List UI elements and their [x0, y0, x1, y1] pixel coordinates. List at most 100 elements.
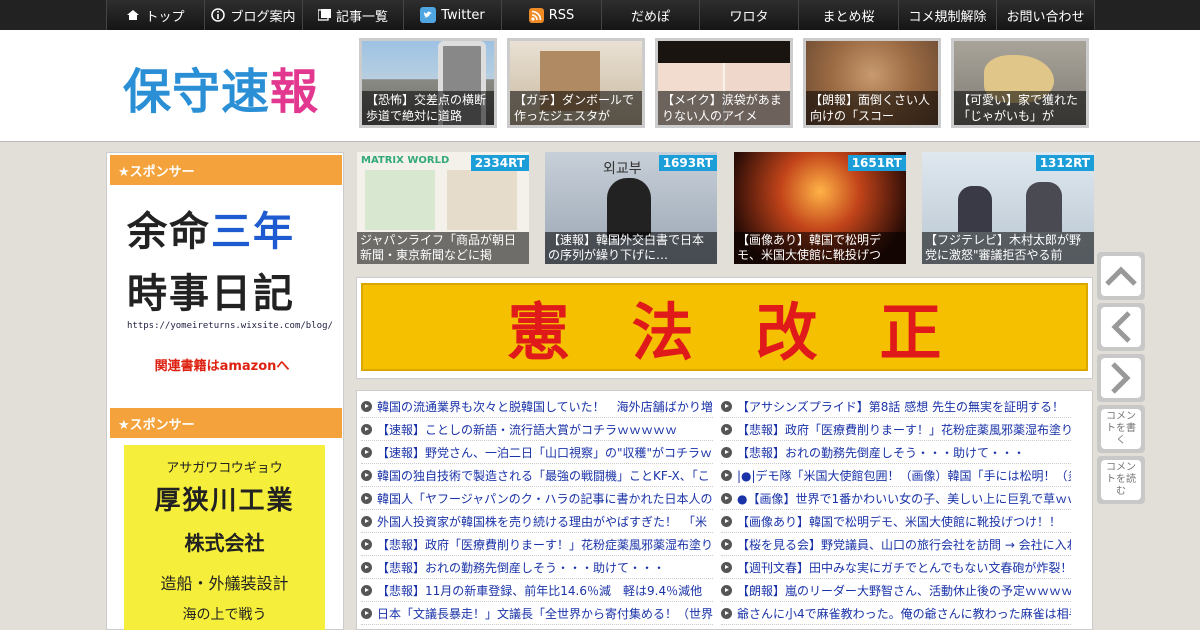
top-nav: トップ ブログ案内 記事一覧 Twitter RSS だめぽ ワロタ まとめ桜 … [0, 0, 1200, 30]
list-item[interactable]: 韓国の独自技術で製造される「最強の戦闘機」ことKF-X、「こ [361, 464, 713, 487]
bullet-arrow-icon [721, 469, 732, 481]
sponsor-heading-1: ★スポンサー [110, 155, 342, 185]
list-item-title[interactable]: 【週刊文春】田中みな実にガチでとんでもない文春砲が炸裂！ [737, 559, 1071, 576]
rt-badge-1: 2334RT [470, 155, 529, 171]
ad1-amazon-link[interactable]: 関連書籍はamazonへ [127, 355, 317, 374]
nav-damebo[interactable]: だめぽ [601, 0, 699, 30]
nav-articles[interactable]: 記事一覧 [302, 0, 403, 30]
list-item[interactable]: 韓国人「ヤフージャパンのク・ハラの記事に書かれた日本人の [361, 487, 713, 510]
list-item[interactable]: 外国人投資家が韓国株を売り続ける理由がやばすぎた！ 「米 [361, 510, 713, 533]
prev-article-button[interactable] [1097, 303, 1145, 351]
list-item-title[interactable]: 【悲報】おれの勤務先倒産しそう・・・助けて・・・ [377, 559, 665, 576]
list-item-title[interactable]: 【画像あり】韓国で松明デモ、米国大使館に靴投げつけ！！ [737, 513, 1061, 530]
rt-thumb-1[interactable]: MATRIX WORLD 2334RT ジャパンライフ「商品が朝日新聞・東京新聞… [357, 152, 529, 264]
list-item[interactable]: 【速報】野党さん、一泊二日「山口視察」の"収穫"がコチラｗ [361, 441, 713, 464]
nav-comment-rule[interactable]: コメ規制解除 [898, 0, 996, 30]
list-item-title[interactable]: 【桜を見る会】野党議員、山口の旅行会社を訪問 → 会社に入れ [737, 536, 1071, 553]
list-item-title[interactable]: 【アサシンズプライド】第8話 感想 先生の無実を証明する！ [737, 398, 1064, 415]
header-thumb-2[interactable]: 【ガチ】ダンボールで作ったジェスタが [507, 38, 645, 128]
header-thumb-1[interactable]: 【恐怖】交差点の横断歩道で絶対に道路 [359, 38, 497, 128]
bullet-arrow-icon [721, 492, 732, 504]
list-item-title[interactable]: 韓国人「ヤフージャパンのク・ハラの記事に書かれた日本人の [377, 490, 713, 507]
bullet-arrow-icon [361, 492, 372, 504]
nav-twitter[interactable]: Twitter [403, 0, 501, 30]
list-item[interactable]: 【速報】ことしの新語・流行語大賞がコチラｗｗｗｗｗ [361, 418, 713, 441]
rt-thumb-2[interactable]: 외교부 1693RT 【速報】韓国外交白書で日本の序列が繰り下げに… [545, 152, 717, 264]
logo-char-2: 守 [172, 64, 222, 120]
list-item[interactable]: 日本「文議長暴走！」文議長「全世界から寄付集める！（世界 [361, 602, 713, 625]
list-item-title[interactable]: 【速報】野党さん、一泊二日「山口視察」の"収穫"がコチラｗ [377, 444, 712, 461]
article-lists: 韓国の流通業界も次々と脱韓国していた！ 海外店舗ばかり増 【速報】ことしの新語・流… [356, 390, 1093, 630]
sponsor-heading-2: ★スポンサー [110, 408, 342, 438]
next-article-button[interactable] [1097, 354, 1145, 402]
list-item[interactable]: 【悲報】11月の新車登録、前年比14.6％減 軽は9.4％減他 [361, 579, 713, 602]
header-thumb-3[interactable]: 【メイク】涙袋があまりない人のアイメ [655, 38, 793, 128]
rt-thumb-1-caption: ジャパンライフ「商品が朝日新聞・東京新聞などに掲 [357, 232, 529, 264]
nav-comment-rule-label: コメ規制解除 [908, 9, 987, 25]
nav-warota[interactable]: ワロタ [699, 0, 798, 30]
list-item-title[interactable]: 【速報】ことしの新語・流行語大賞がコチラｗｗｗｗｗ [377, 421, 677, 438]
bullet-arrow-icon [721, 515, 732, 527]
nav-top[interactable]: トップ [106, 0, 204, 30]
list-item-title[interactable]: 韓国の独自技術で製造される「最強の戦闘機」ことKF-X、「こ [377, 467, 710, 484]
sponsor-ad-asagawa[interactable]: アサガワコウギョウ 厚狭川工業 株式会社 造船・外艤装設計 海の上で戦う [124, 445, 325, 630]
list-icon [317, 9, 331, 21]
list-item[interactable]: 【朗報】嵐のリーダー大野智さん、活動休止後の予定ｗｗｗｗ [721, 579, 1071, 602]
comment-read-label: コメントを読む [1101, 460, 1141, 500]
list-item[interactable]: |●|デモ隊「米国大使館包囲！（画像）韓国「手には松明！（炎 [721, 464, 1071, 487]
list-item-title[interactable]: 日本「文議長暴走！」文議長「全世界から寄付集める！（世界 [377, 605, 713, 622]
header-thumb-5[interactable]: 【可愛い】家で獲れた「じゃがいも」が [951, 38, 1089, 128]
list-item[interactable]: 【悲報】政府「医療費削りまーす！」花粉症薬風邪薬湿布塗り [361, 533, 713, 556]
ad1-line2: 時事日記 [127, 271, 295, 317]
bullet-arrow-icon [721, 607, 732, 619]
list-item[interactable]: 韓国の流通業界も次々と脱韓国していた！ 海外店舗ばかり増 [361, 395, 713, 418]
nav-rss[interactable]: RSS [501, 0, 601, 30]
sidebar: ★スポンサー 余命三年 時事日記 https://yomeireturns.wi… [106, 152, 344, 630]
comment-read-button[interactable]: コメントを読む [1097, 456, 1145, 504]
list-item[interactable]: 【桜を見る会】野党議員、山口の旅行会社を訪問 → 会社に入れ [721, 533, 1071, 556]
list-item-title[interactable]: 【悲報】11月の新車登録、前年比14.6％減 軽は9.4％減他 [377, 582, 702, 599]
chevron-right-icon [1111, 362, 1131, 394]
nav-twitter-label: Twitter [441, 7, 485, 23]
list-item-title[interactable]: 【悲報】おれの勤務先倒産しそう・・・助けて・・・ [737, 444, 1025, 461]
scroll-top-button[interactable] [1097, 252, 1145, 300]
bullet-arrow-icon [721, 538, 732, 550]
list-item-title[interactable]: ●【画像】世界で1番かわいい女の子、美しい上に巨乳で草ｗｗ [737, 490, 1071, 507]
nav-blog-info[interactable]: ブログ案内 [204, 0, 302, 30]
list-item[interactable]: 【画像あり】韓国で松明デモ、米国大使館に靴投げつけ！！ [721, 510, 1071, 533]
list-item-title[interactable]: 外国人投資家が韓国株を売り続ける理由がやばすぎた！ 「米 [377, 513, 707, 530]
article-list-right: 【アサシンズプライド】第8話 感想 先生の無実を証明する！ 【悲報】政府「医療費削… [721, 395, 1071, 625]
rt-thumb-1-brand: MATRIX WORLD [361, 155, 450, 166]
list-item-title[interactable]: |●|デモ隊「米国大使館包囲！（画像）韓国「手には松明！（炎 [737, 467, 1071, 484]
list-item[interactable]: 【悲報】おれの勤務先倒産しそう・・・助けて・・・ [361, 556, 713, 579]
list-item-title[interactable]: 韓国の流通業界も次々と脱韓国していた！ 海外店舗ばかり増 [377, 398, 713, 415]
list-item[interactable]: 【週刊文春】田中みな実にガチでとんでもない文春砲が炸裂！ [721, 556, 1071, 579]
site-logo[interactable]: 保守速報 [123, 52, 319, 122]
rss-icon [528, 7, 544, 23]
home-icon [127, 10, 140, 20]
list-item-title[interactable]: 【悲報】政府「医療費削りまーす！」花粉症薬風邪薬湿布塗り [377, 536, 713, 553]
kenpo-kaisei-banner[interactable]: 憲 法 改 正 [356, 277, 1093, 379]
ad2-name: 厚狭川工業 [154, 486, 295, 516]
list-item[interactable]: 【悲報】政府「医療費削りまーす！」花粉症薬風邪薬湿布塗り [721, 418, 1071, 441]
list-item-title[interactable]: 【朗報】嵐のリーダー大野智さん、活動休止後の予定ｗｗｗｗ [737, 582, 1071, 599]
nav-contact[interactable]: お問い合わせ [996, 0, 1095, 30]
comment-write-button[interactable]: コメントを書く [1097, 405, 1145, 453]
header-thumb-4[interactable]: 【朗報】面倒くさい人向けの「スコー [803, 38, 941, 128]
bullet-arrow-icon [721, 446, 732, 458]
nav-matome[interactable]: まとめ桜 [798, 0, 898, 30]
list-item[interactable]: 【アサシンズプライド】第8話 感想 先生の無実を証明する！ [721, 395, 1071, 418]
chevron-left-icon [1111, 311, 1131, 343]
list-item[interactable]: ●【画像】世界で1番かわいい女の子、美しい上に巨乳で草ｗｗ [721, 487, 1071, 510]
rt-thumb-3[interactable]: 1651RT 【画像あり】韓国で松明デモ、米国大使館に靴投げつ [734, 152, 906, 264]
list-item[interactable]: 爺さんに小4で麻雀教わった。俺の爺さんに教わった麻雀は相手 [721, 602, 1071, 625]
twitter-icon [420, 7, 437, 23]
sponsor-ad-yomei[interactable]: 余命三年 時事日記 https://yomeireturns.wixsite.c… [127, 199, 333, 379]
list-item-title[interactable]: 爺さんに小4で麻雀教わった。俺の爺さんに教わった麻雀は相手 [737, 605, 1071, 622]
rt-thumb-4[interactable]: 1312RT 【フジテレビ】木村太郎が野党に激怒"審議拒否やる前 [922, 152, 1094, 264]
banner-char-4: 正 [879, 296, 942, 369]
ad1-line1a: 余命 [127, 209, 211, 255]
list-item-title[interactable]: 【悲報】政府「医療費削りまーす！」花粉症薬風邪薬湿布塗り [737, 421, 1071, 438]
bullet-arrow-icon [361, 446, 372, 458]
list-item[interactable]: 【悲報】おれの勤務先倒産しそう・・・助けて・・・ [721, 441, 1071, 464]
